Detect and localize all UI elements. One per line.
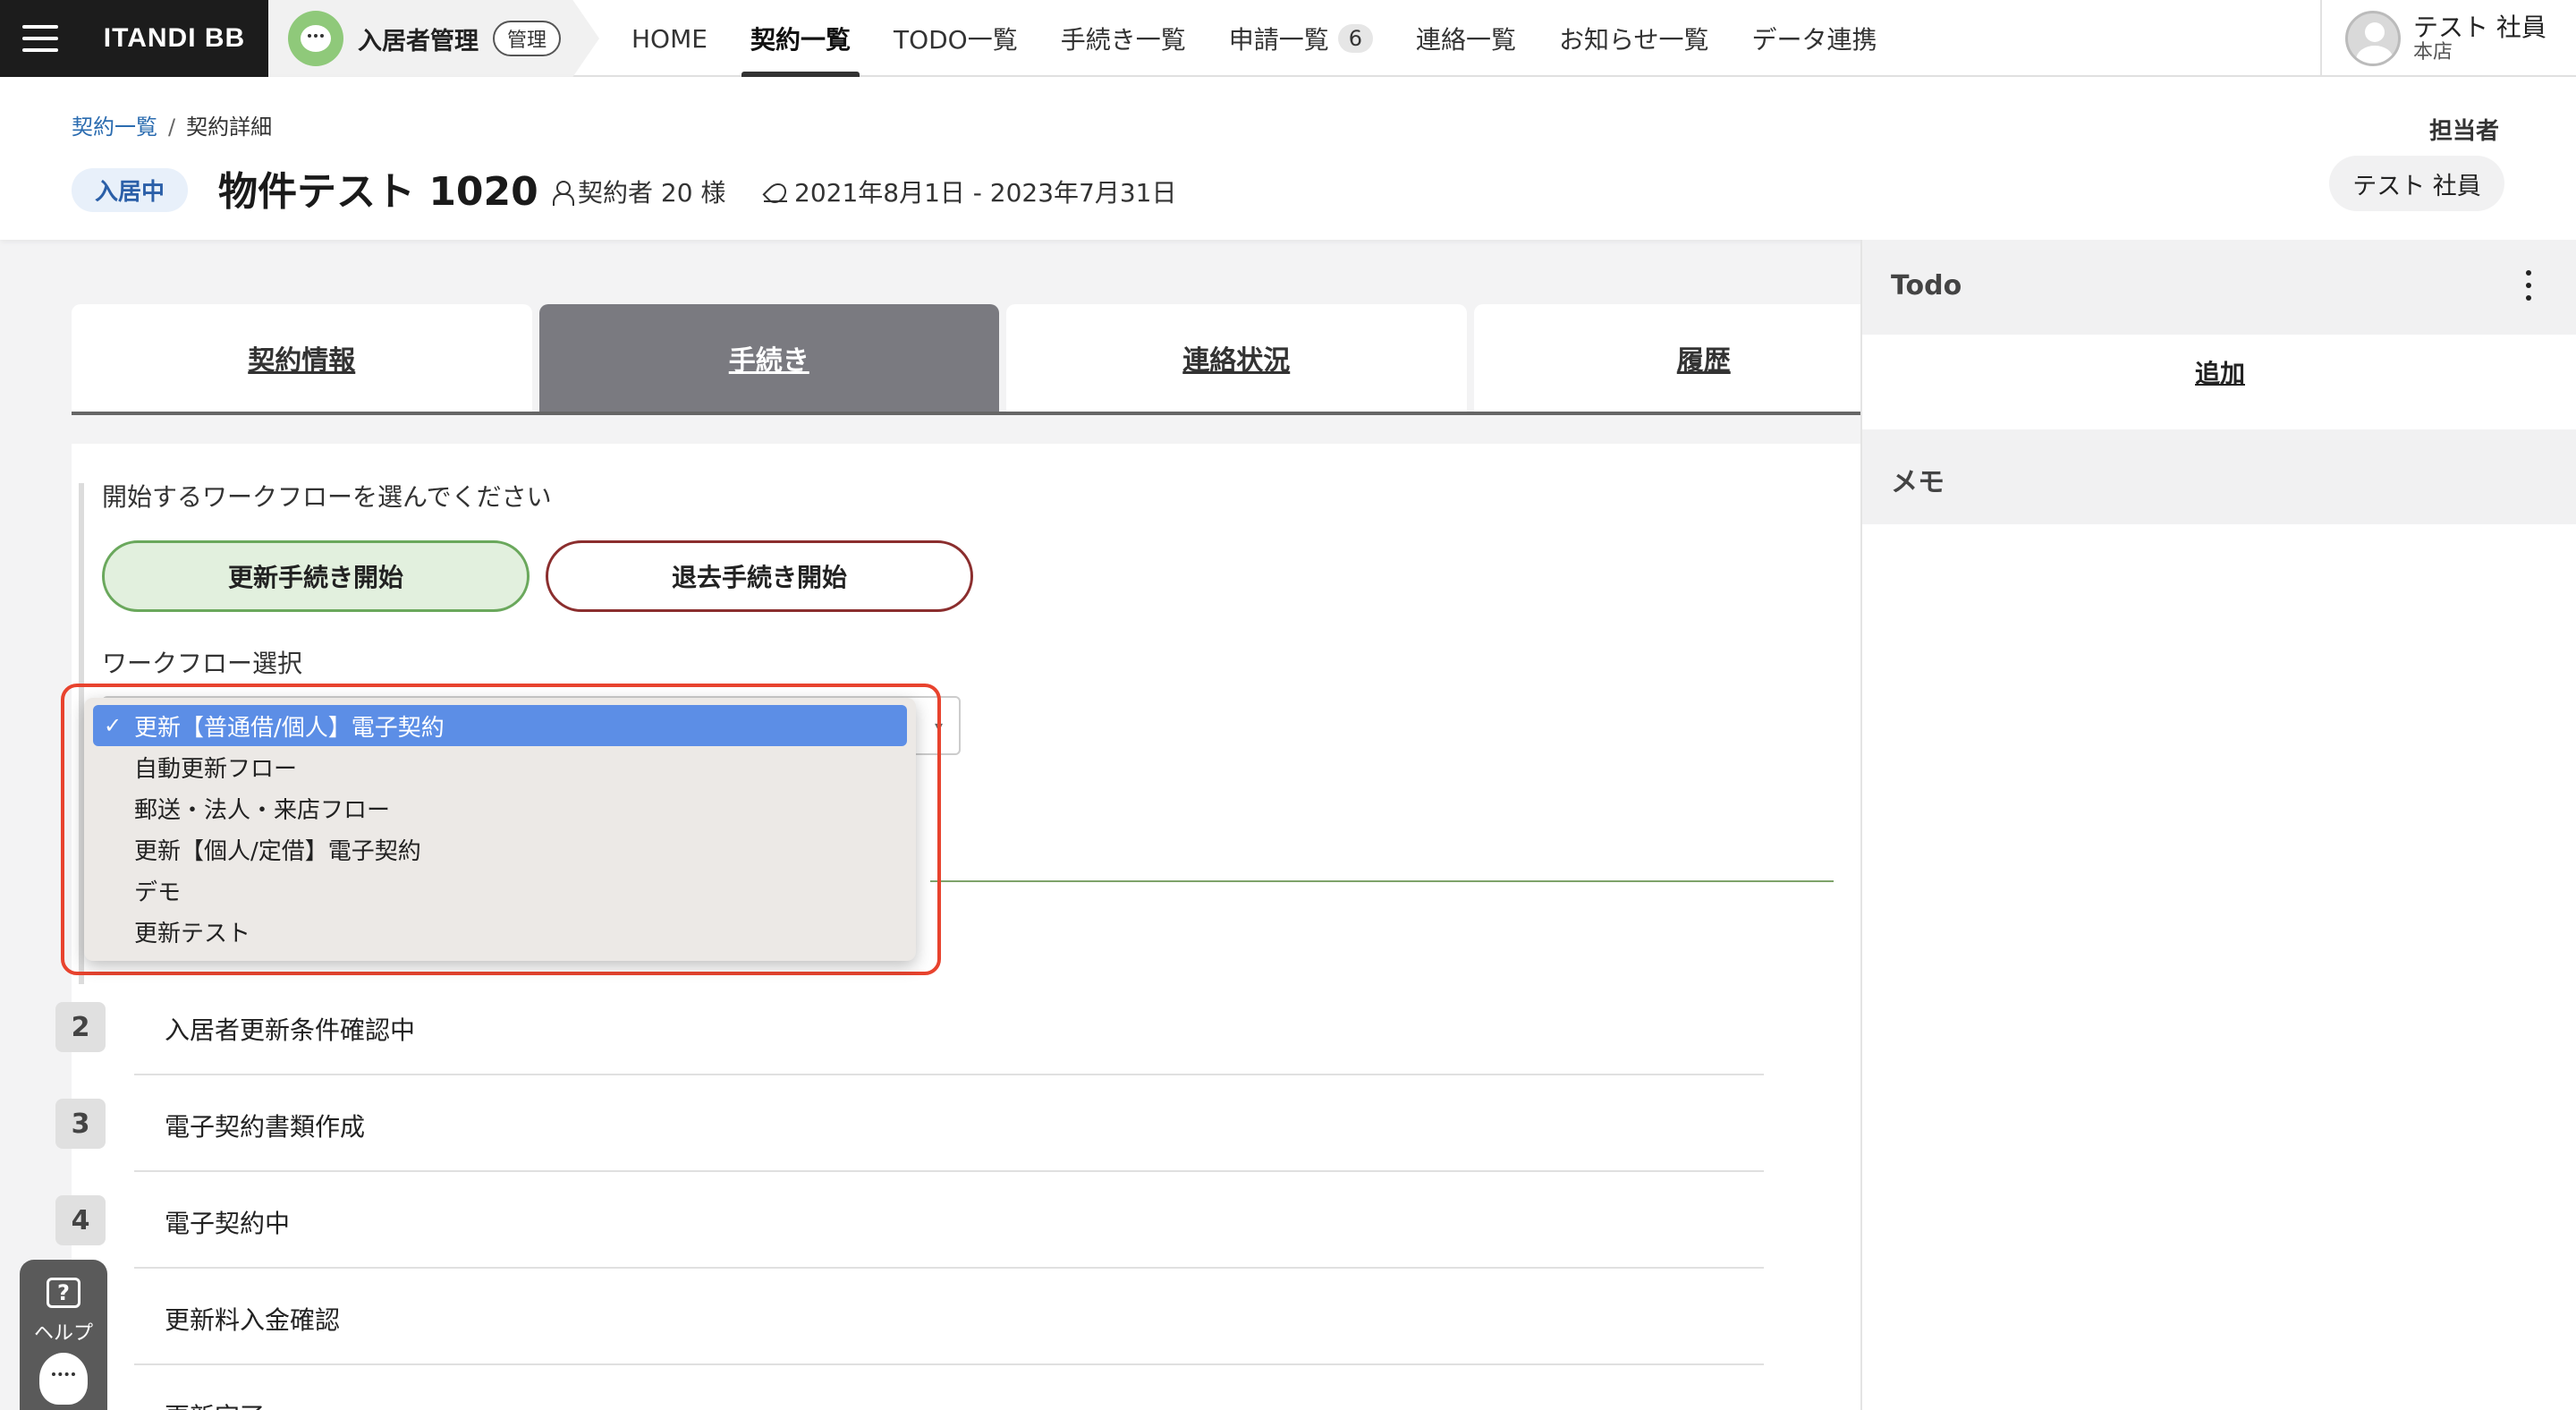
bear-mascot-icon xyxy=(288,11,343,66)
nav-applications[interactable]: 申請一覧 6 xyxy=(1208,0,1394,77)
dropdown-option-label: 更新【普通借/個人】電子契約 xyxy=(134,714,445,742)
page-title: 物件テスト 1020 xyxy=(218,169,538,215)
breadcrumb-contract-list[interactable]: 契約一覧 xyxy=(72,115,157,140)
user-shop: 本店 xyxy=(2413,41,2453,64)
more-options-icon[interactable] xyxy=(2526,270,2531,301)
bear-mascot-icon xyxy=(39,1353,88,1405)
step-item-4: 4 電子契約中 xyxy=(55,1172,1764,1269)
start-move-out-button[interactable]: 退去手続き開始 xyxy=(546,540,973,612)
breadcrumb: 契約一覧 / 契約詳細 xyxy=(72,109,272,140)
start-renewal-button[interactable]: 更新手続き開始 xyxy=(102,540,530,612)
step-number: 2 xyxy=(55,1002,106,1052)
step-number: 4 xyxy=(55,1195,106,1245)
workflow-prompt: 開始するワークフローを選んでください xyxy=(102,482,552,512)
step-item-5: 5 更新料入金確認 xyxy=(55,1269,1764,1365)
breadcrumb-separator: / xyxy=(168,115,176,140)
tab-contact-status[interactable]: 連絡状況 xyxy=(1006,304,1467,412)
admin-badge: 管理 xyxy=(493,21,562,56)
dropdown-option[interactable]: 更新【個人/定借】電子契約 xyxy=(93,828,907,870)
breadcrumb-current: 契約詳細 xyxy=(186,115,273,140)
step-label: 更新料入金確認 xyxy=(165,1305,341,1335)
contract-period-text: 2021年8月1日 - 2023年7月31日 xyxy=(794,178,1177,208)
dropdown-option-label: 更新【個人/定借】電子契約 xyxy=(134,837,421,865)
dropdown-option[interactable]: ✓ 更新【普通借/個人】電子契約 xyxy=(93,705,907,746)
nav-home-label: HOME xyxy=(631,23,708,54)
pen-icon xyxy=(762,179,789,204)
applications-count-badge: 6 xyxy=(1337,24,1374,53)
help-widget[interactable]: ? ヘルプ xyxy=(20,1260,107,1410)
step-item-3: 3 電子契約書類作成 xyxy=(55,1075,1764,1172)
step-item-2: 2 入居者更新条件確認中 xyxy=(55,979,1764,1075)
contract-tabs: 契約情報 手続き 連絡状況 履歴 xyxy=(72,304,1934,415)
assignee-chip[interactable]: テスト 社員 xyxy=(2329,156,2504,211)
contract-period-info: 2021年8月1日 - 2023年7月31日 xyxy=(762,174,1177,209)
dropdown-option-label: 郵送・法人・来店フロー xyxy=(134,796,391,824)
dropdown-option-label: デモ xyxy=(134,879,182,906)
step-label: 電子契約書類作成 xyxy=(165,1112,366,1142)
nav-notices[interactable]: お知らせ一覧 xyxy=(1538,0,1730,77)
right-sidebar: Todo 追加 メモ xyxy=(1860,240,2576,1410)
tab-contract-info[interactable]: 契約情報 xyxy=(72,304,532,412)
step-label: 入居者更新条件確認中 xyxy=(165,1015,416,1045)
top-bar: ITANDI BB 入居者管理 管理 HOME 契約一覧 TODO一覧 手続き一… xyxy=(0,0,2576,77)
step-number: 3 xyxy=(55,1099,106,1149)
help-question-icon: ? xyxy=(47,1278,80,1308)
app-switcher[interactable]: 入居者管理 管理 xyxy=(268,0,599,77)
status-badge: 入居中 xyxy=(72,168,189,212)
user-menu[interactable]: テスト 社員 本店 xyxy=(2320,0,2576,77)
user-name: テスト 社員 xyxy=(2413,13,2546,42)
nav-applications-label: 申請一覧 xyxy=(1228,25,1329,55)
nav-contacts-label: 連絡一覧 xyxy=(1416,25,1517,55)
assignee-label: 担当者 xyxy=(2429,118,2500,145)
memo-section-header: メモ xyxy=(1862,429,2576,524)
nav-contracts-label: 契約一覧 xyxy=(750,25,851,55)
dropdown-option[interactable]: 更新テスト xyxy=(93,911,907,952)
user-avatar-icon xyxy=(2345,11,2401,66)
tab-procedures[interactable]: 手続き xyxy=(538,304,999,412)
dropdown-option[interactable]: デモ xyxy=(93,870,907,911)
nav-procedures[interactable]: 手続き一覧 xyxy=(1039,0,1208,77)
main-nav: HOME 契約一覧 TODO一覧 手続き一覧 申請一覧 6 連絡一覧 お知らせ一覧… xyxy=(610,0,1899,77)
nav-todo[interactable]: TODO一覧 xyxy=(872,0,1039,77)
workflow-dropdown-list[interactable]: ✓ 更新【普通借/個人】電子契約 自動更新フロー 郵送・法人・来店フロー 更新【個… xyxy=(84,698,916,961)
app-name: 入居者管理 xyxy=(358,27,479,55)
progress-divider xyxy=(930,880,1834,882)
step-label: 電子契約中 xyxy=(165,1209,291,1238)
contractors-text: 契約者 20 様 xyxy=(578,178,726,208)
nav-notices-label: お知らせ一覧 xyxy=(1559,25,1709,55)
hamburger-menu-button[interactable] xyxy=(0,0,80,77)
nav-data-integration-label: データ連携 xyxy=(1751,25,1877,55)
contractors-info: 契約者 20 様 xyxy=(551,174,725,209)
help-label: ヘルプ xyxy=(33,1322,93,1345)
nav-todo-label: TODO一覧 xyxy=(893,25,1018,55)
nav-home[interactable]: HOME xyxy=(610,0,729,77)
dropdown-option-label: 更新テスト xyxy=(134,920,251,947)
menu-icon xyxy=(22,25,58,52)
check-icon: ✓ xyxy=(104,713,123,738)
step-item-6: 6 更新完了 xyxy=(55,1365,1764,1410)
itandi-bb-logo[interactable]: ITANDI BB xyxy=(80,0,268,77)
dropdown-option[interactable]: 自動更新フロー xyxy=(93,746,907,787)
todo-section-header: Todo xyxy=(1862,240,2576,335)
memo-title: メモ xyxy=(1891,467,1945,498)
nav-data-integration[interactable]: データ連携 xyxy=(1731,0,1899,77)
dropdown-option-label: 自動更新フロー xyxy=(134,755,298,783)
step-label: 更新完了 xyxy=(165,1397,265,1410)
nav-contacts[interactable]: 連絡一覧 xyxy=(1394,0,1538,77)
add-todo-link[interactable]: 追加 xyxy=(1862,354,2576,390)
contract-header: 契約一覧 / 契約詳細 入居中 物件テスト 1020 契約者 20 様 2021年8… xyxy=(0,77,2576,240)
workflow-select-label: ワークフロー選択 xyxy=(102,649,303,678)
todo-title: Todo xyxy=(1891,270,1962,302)
person-icon xyxy=(551,179,574,206)
nav-procedures-label: 手続き一覧 xyxy=(1060,25,1186,55)
nav-contracts[interactable]: 契約一覧 xyxy=(729,0,872,77)
dropdown-option[interactable]: 郵送・法人・来店フロー xyxy=(93,787,907,828)
